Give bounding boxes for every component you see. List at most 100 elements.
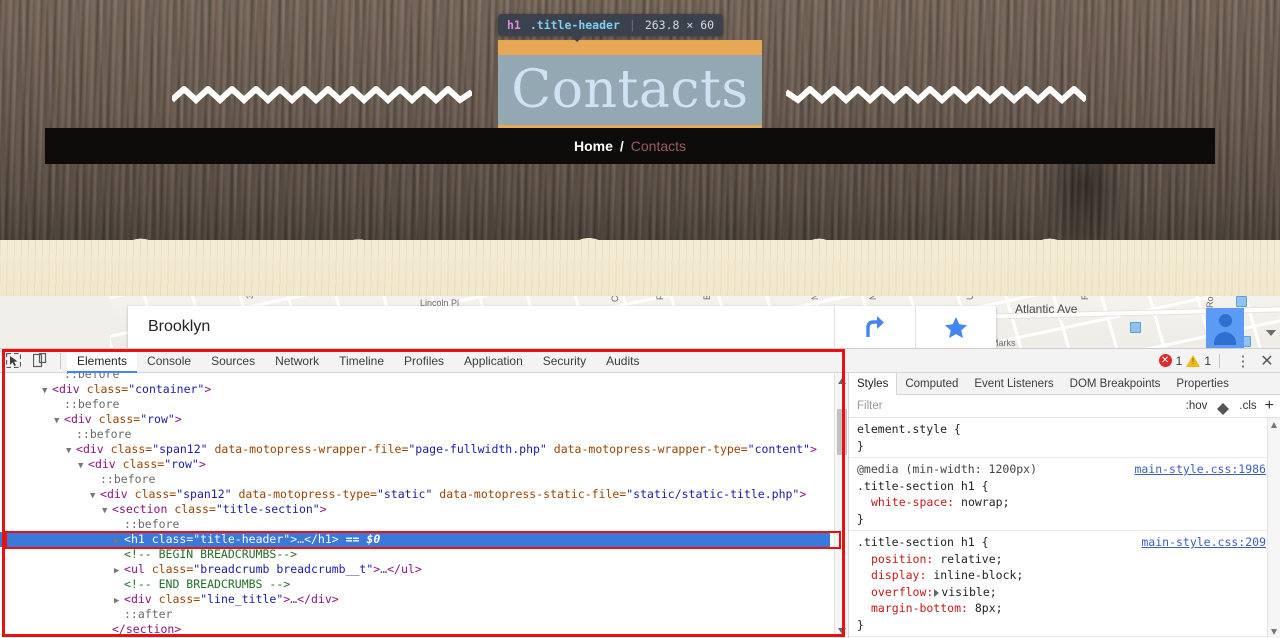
dom-token: "title-section" [215,502,320,516]
dom-node[interactable]: <div class="row"> [0,457,830,472]
twisty-open-icon[interactable] [78,459,88,474]
dom-node[interactable]: <div class="container"> [0,382,830,397]
css-property-value[interactable]: inline-block; [933,568,1023,582]
google-map-widget[interactable]: 3rdLincoln PlFranklin AveClasson AveBedf… [0,296,1280,348]
styles-scrollbar[interactable] [1267,418,1280,638]
devtools-tab-console[interactable]: Console [137,349,201,373]
twisty-open-icon[interactable] [102,504,112,519]
twisty-open-icon[interactable] [66,444,76,459]
dom-tree-pane[interactable]: ::before<div class="container">::before<… [0,373,848,638]
dom-node[interactable]: </section> [0,622,830,637]
css-rule[interactable]: .title-section h1 {main-style.css:209 pos… [849,531,1280,637]
map-search-input[interactable]: Brooklyn [128,318,834,336]
scroll-down-arrow-icon[interactable] [1271,629,1277,635]
dom-node-selected[interactable]: <h1 class="title-header">…</h1> == $0 [0,532,830,547]
css-source-link[interactable]: main-style.css:209 [1141,534,1266,551]
css-source-link[interactable]: main-style.css:1986 [1134,461,1266,478]
dom-node[interactable]: <div class="span12" data-motopress-wrapp… [0,442,830,457]
new-style-rule-button[interactable]: + [1263,397,1280,415]
disclosure-triangle-icon[interactable] [934,588,940,597]
dom-node[interactable]: <!-- END BREADCRUMBS --> [0,577,830,592]
element-state-icon[interactable] [1217,397,1230,415]
dom-node[interactable]: ::before [0,427,830,442]
css-declaration[interactable]: display: inline-block; [857,567,1274,584]
breadcrumb-link-home[interactable]: Home [574,138,613,154]
map-transit-icon[interactable] [1130,322,1141,333]
dom-node[interactable]: <section class="title-section"> [0,502,830,517]
styles-rules-list[interactable]: element.style {} @media (min-width: 1200p… [849,418,1280,638]
device-toolbar-icon[interactable] [27,349,54,373]
dom-node[interactable]: <!-- BEGIN BREADCRUMBS--> [0,547,830,562]
styles-pane: Styles Computed Event Listeners DOM Breakpo… [848,373,1280,638]
css-property-value[interactable]: relative; [940,552,1002,566]
devtools-tab-timeline[interactable]: Timeline [329,349,394,373]
hov-toggle[interactable]: :hov [1180,400,1214,412]
css-property-name[interactable]: display: [871,568,926,582]
devtools-tab-audits[interactable]: Audits [596,349,649,373]
devtools-tab-sources[interactable]: Sources [201,349,265,373]
styles-tab-computed[interactable]: Computed [897,373,966,395]
css-declaration[interactable]: overflow: visible; [857,584,1274,601]
zigzag-decoration-left [172,86,472,106]
dom-token: > [809,442,817,456]
map-search-bar[interactable]: Brooklyn [128,306,996,348]
dom-node[interactable]: ::before [0,517,830,532]
css-property-name[interactable]: position: [871,552,933,566]
css-property-name[interactable]: white-space: [871,495,954,509]
styles-filter-input[interactable]: Filter [849,400,1180,412]
twisty-open-icon[interactable] [42,384,52,399]
issue-counters[interactable]: ✕ 1 1 [1158,353,1232,368]
devtools-tab-elements[interactable]: Elements [67,348,138,373]
scroll-up-arrow-icon[interactable] [1271,422,1277,428]
devtools-tab-profiles[interactable]: Profiles [394,349,454,373]
css-declaration[interactable]: margin-bottom: 8px; [857,600,1274,617]
css-rule[interactable]: element.style {} [849,418,1280,458]
dom-tree-scrollbar[interactable] [834,373,848,638]
scrollbar-thumb[interactable] [837,409,847,455]
twisty-open-icon[interactable] [54,414,64,429]
dom-node[interactable]: ::after [0,607,830,622]
styles-tab-dom-breakpoints[interactable]: DOM Breakpoints [1062,373,1169,395]
dom-node[interactable]: <div class="line_title">…</div> [0,592,830,607]
directions-arrow-icon[interactable] [835,306,915,348]
css-property-value[interactable]: nowrap; [961,495,1009,509]
dom-token: < [88,457,95,471]
dom-node[interactable]: ::before [0,373,830,382]
styles-tab-properties[interactable]: Properties [1168,373,1236,395]
css-property-value[interactable]: 8px; [975,601,1003,615]
styles-tab-event-listeners[interactable]: Event Listeners [966,373,1061,395]
cls-toggle[interactable]: .cls [1233,400,1262,412]
css-declaration[interactable]: white-space: nowrap; [857,494,1274,511]
css-property-name[interactable]: margin-bottom: [871,601,968,615]
dom-node[interactable]: ::before [0,397,830,412]
close-icon[interactable]: ✕ [1254,351,1280,371]
dom-node[interactable]: <div class="span12" data-motopress-type=… [0,487,830,502]
dom-tree[interactable]: ::before<div class="container">::before<… [0,373,830,637]
devtools-tab-network[interactable]: Network [265,349,329,373]
map-transit-icon[interactable] [1236,296,1247,307]
devtools-tab-application[interactable]: Application [454,349,533,373]
styles-tab-styles[interactable]: Styles [849,373,898,395]
twisty-open-icon[interactable] [90,489,100,504]
css-property-value[interactable]: visible; [941,585,996,599]
css-selector[interactable]: element.style { [857,421,1274,438]
star-icon[interactable] [916,306,996,348]
map-label: 3rd [245,296,255,299]
kebab-menu-icon[interactable]: ⋮ [1232,352,1254,370]
css-property-name[interactable]: overflow: [871,585,933,599]
dom-token: < [100,487,107,501]
css-selector[interactable]: .title-section h1 { [857,478,1274,495]
css-rule[interactable]: @media (min-width: 1200px) .title-section… [849,458,1280,531]
dom-node[interactable]: ::before [0,472,830,487]
scroll-down-arrow-icon[interactable] [1266,330,1276,336]
scroll-up-arrow-icon[interactable] [838,378,846,384]
dom-token: > [198,457,206,471]
scroll-down-arrow-icon[interactable] [838,628,846,634]
dom-node[interactable]: <div class="row"> [0,412,830,427]
street-view-pegman-icon[interactable] [1206,308,1244,348]
dom-node[interactable]: <ul class="breadcrumb breadcrumb__t">…</… [0,562,830,577]
devtools-tab-security[interactable]: Security [533,349,596,373]
css-declaration[interactable]: position: relative; [857,551,1274,568]
inspect-element-icon[interactable] [0,349,27,373]
dom-token: <!-- END BREADCRUMBS --> [124,577,291,591]
